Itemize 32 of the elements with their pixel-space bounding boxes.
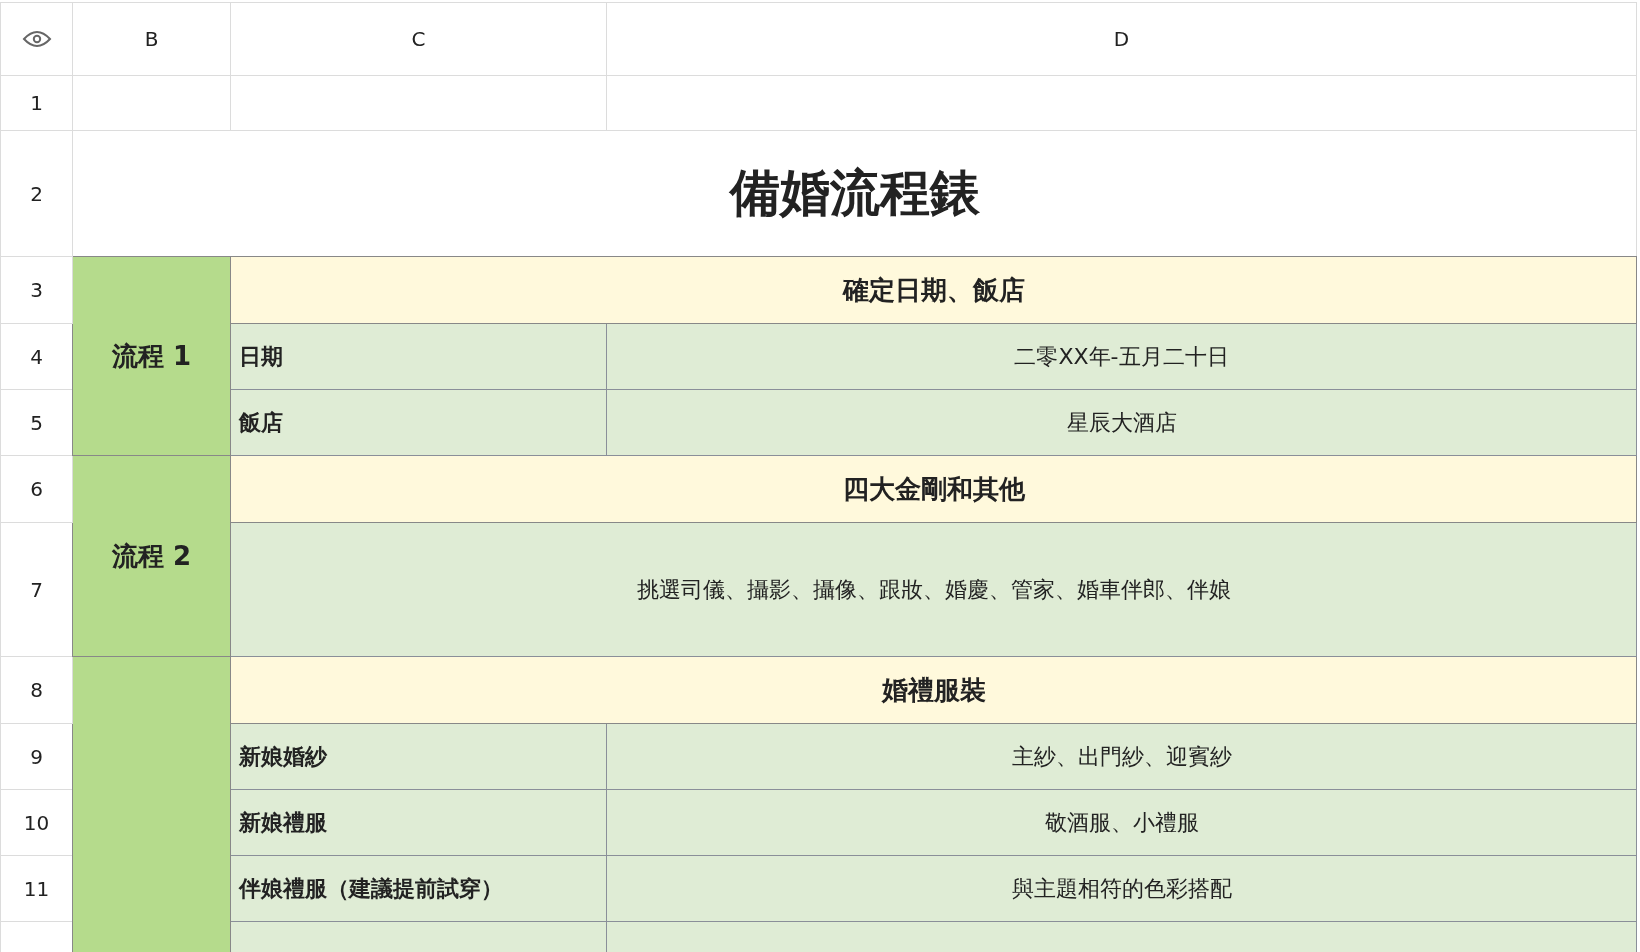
row-number: 1 bbox=[0, 75, 73, 131]
sheet-title: 備婚流程錶 bbox=[72, 130, 1637, 257]
row-number: 9 bbox=[0, 723, 73, 790]
step-label: 流程 1 bbox=[72, 256, 231, 456]
item-value: 二零XX年-五月二十日 bbox=[606, 323, 1637, 390]
eye-icon[interactable] bbox=[21, 29, 52, 49]
item-value: 敬酒服、小禮服 bbox=[606, 789, 1637, 856]
row-number: 6 bbox=[0, 455, 73, 523]
row-number: 2 bbox=[0, 130, 73, 257]
row-number: 5 bbox=[0, 389, 73, 456]
row-number: 11 bbox=[0, 855, 73, 922]
item-value: 主紗、出門紗、迎賓紗 bbox=[606, 723, 1637, 790]
item-name: 飯店 bbox=[230, 389, 607, 456]
column-header: B bbox=[72, 2, 231, 76]
step-label: 流程 2 bbox=[72, 455, 231, 657]
item-value: 與主題相符的色彩搭配 bbox=[606, 855, 1637, 922]
row-number: 8 bbox=[0, 656, 73, 724]
item-name: 新娘婚紗 bbox=[230, 723, 607, 790]
item-name: 伴娘禮服（建議提前試穿） bbox=[230, 855, 607, 922]
column-header: D bbox=[606, 2, 1637, 76]
column-header: C bbox=[230, 2, 607, 76]
row-number: 10 bbox=[0, 789, 73, 856]
row-number: 7 bbox=[0, 522, 73, 657]
section-heading: 確定日期、飯店 bbox=[230, 256, 1637, 324]
item-value: 星辰大酒店 bbox=[606, 389, 1637, 456]
section-heading: 四大金剛和其他 bbox=[230, 455, 1637, 523]
row-number: 4 bbox=[0, 323, 73, 390]
item-name: 日期 bbox=[230, 323, 607, 390]
item-name: 新娘禮服 bbox=[230, 789, 607, 856]
item-description: 挑選司儀、攝影、攝像、跟妝、婚慶、管家、婚車伴郎、伴娘 bbox=[230, 522, 1637, 657]
row-number: 3 bbox=[0, 256, 73, 324]
section-heading: 婚禮服裝 bbox=[230, 656, 1637, 724]
